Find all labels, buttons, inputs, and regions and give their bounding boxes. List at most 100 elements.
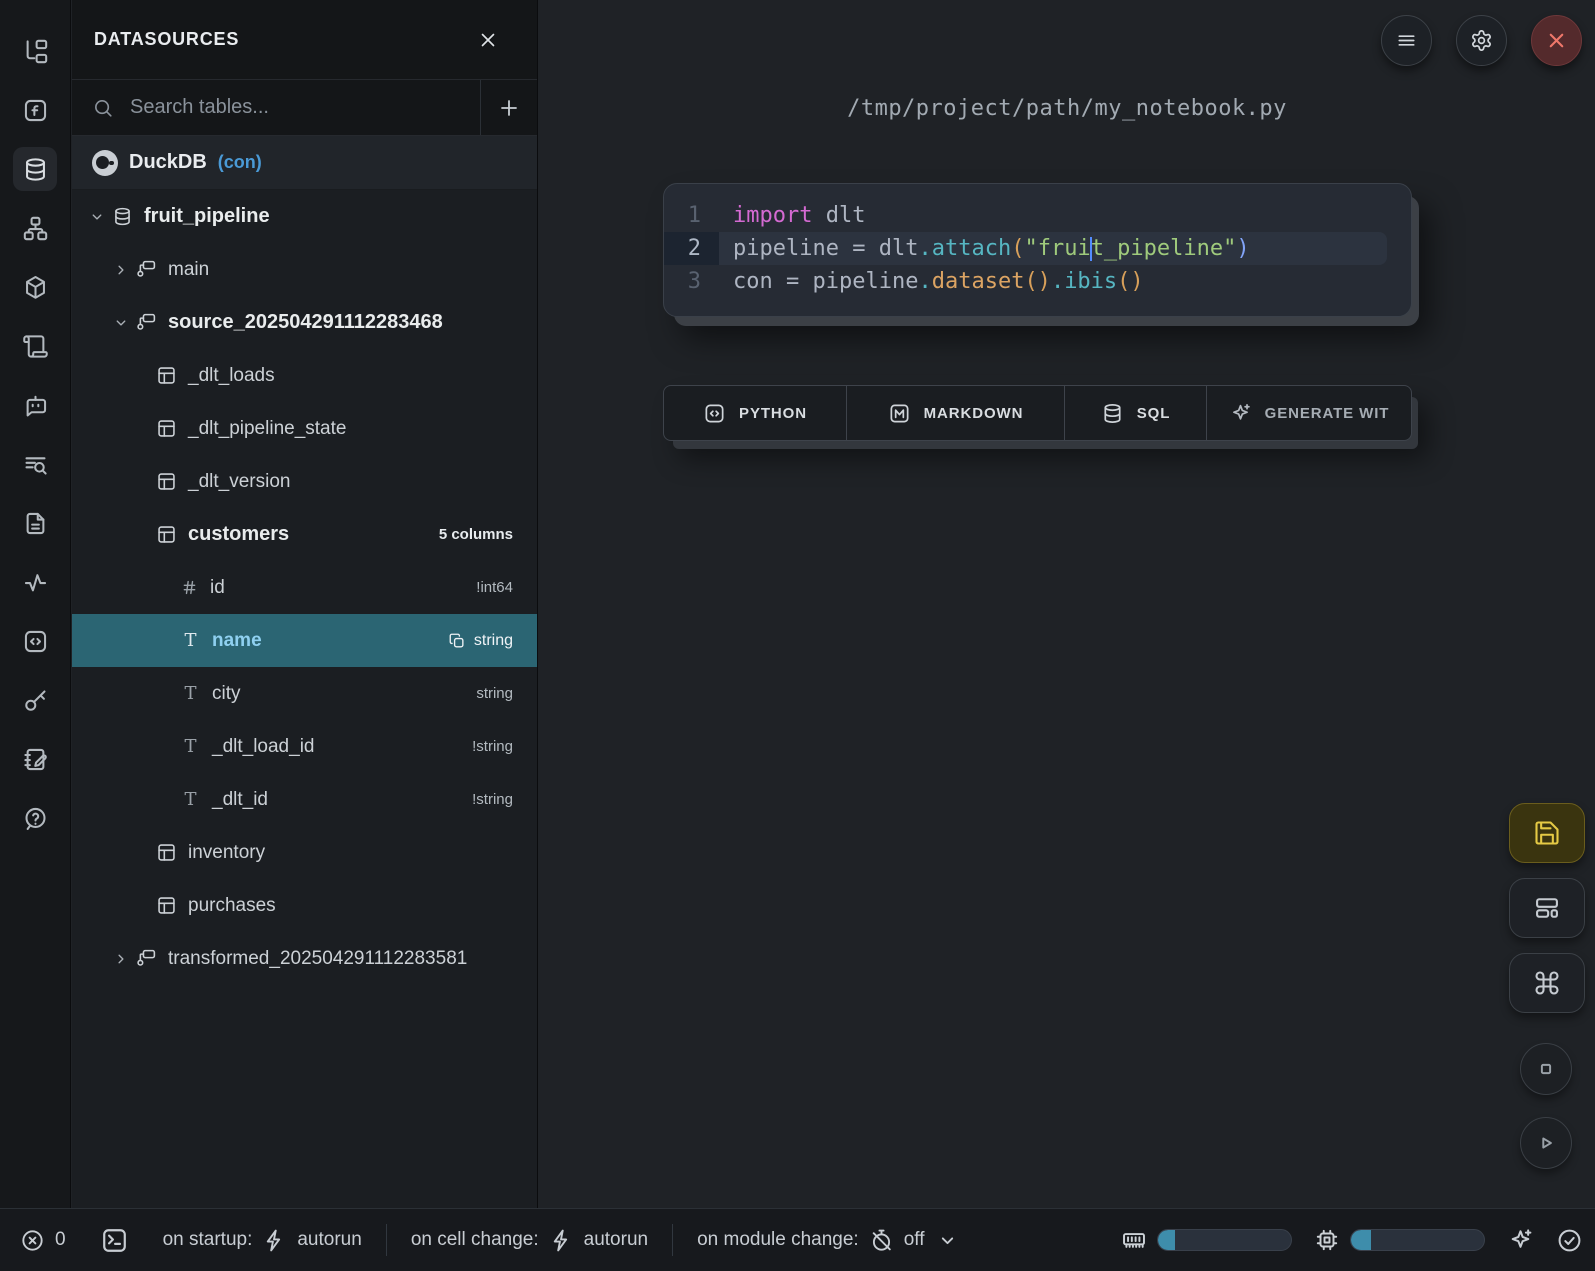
run-button[interactable] bbox=[1520, 1117, 1572, 1169]
add-sql-cell-button[interactable]: SQL bbox=[1064, 386, 1206, 440]
cpu-meter-fill bbox=[1351, 1230, 1371, 1250]
tree-row-database[interactable]: fruit_pipeline bbox=[72, 190, 537, 243]
setting-value: off bbox=[904, 1229, 925, 1251]
tree-label: _dlt_loads bbox=[188, 365, 275, 387]
panel-header: DATASOURCES bbox=[72, 0, 537, 80]
tree-row-column-selected[interactable]: T name string bbox=[72, 614, 537, 667]
documentation-icon[interactable] bbox=[13, 501, 57, 545]
divider bbox=[386, 1224, 387, 1256]
tree-label: transformed_202504291112283581 bbox=[168, 948, 467, 970]
on-module-change-setting[interactable]: on module change: off bbox=[697, 1228, 959, 1253]
logs-icon[interactable] bbox=[13, 324, 57, 368]
column-label: city bbox=[212, 683, 241, 705]
button-label: GENERATE WIT bbox=[1265, 405, 1390, 422]
tree-label: main bbox=[168, 259, 209, 281]
setting-value: autorun bbox=[297, 1229, 361, 1251]
add-datasource-button[interactable] bbox=[480, 80, 537, 135]
terminal-button[interactable] bbox=[100, 1226, 129, 1255]
column-type: string bbox=[476, 685, 513, 702]
functions-icon[interactable] bbox=[13, 88, 57, 132]
button-label: MARKDOWN bbox=[924, 405, 1024, 422]
line-number: 2 bbox=[664, 232, 719, 265]
column-label: id bbox=[210, 577, 225, 599]
column-type: string bbox=[474, 632, 513, 650]
notebook-area: /tmp/project/path/my_notebook.py 1 impor… bbox=[539, 0, 1595, 1208]
type-icon: T bbox=[180, 630, 201, 651]
marimo-app: DATASOURCES DuckDB (con) fruit_pipeline bbox=[0, 0, 1595, 1271]
window-controls bbox=[1381, 15, 1582, 66]
add-markdown-cell-button[interactable]: MARKDOWN bbox=[846, 386, 1064, 440]
search-input[interactable] bbox=[128, 95, 480, 120]
settings-button[interactable] bbox=[1456, 15, 1507, 66]
scratchpad-icon[interactable] bbox=[13, 737, 57, 781]
close-panel-icon[interactable] bbox=[477, 29, 499, 51]
check-circle-icon[interactable] bbox=[1556, 1227, 1583, 1254]
cpu-icon bbox=[1314, 1227, 1340, 1253]
menu-button[interactable] bbox=[1381, 15, 1432, 66]
activity-rail bbox=[0, 0, 71, 1208]
text-search-icon[interactable] bbox=[13, 442, 57, 486]
save-icon bbox=[1533, 819, 1561, 847]
tree-row-table[interactable]: _dlt_version bbox=[72, 455, 537, 508]
setting-label: on module change: bbox=[697, 1229, 859, 1251]
save-button[interactable] bbox=[1509, 803, 1585, 863]
table-icon bbox=[156, 524, 177, 545]
error-indicator[interactable]: 0 bbox=[20, 1228, 66, 1253]
ai-chat-icon[interactable] bbox=[13, 383, 57, 427]
ram-meter bbox=[1121, 1227, 1292, 1253]
tree-row-column[interactable]: T city string bbox=[72, 667, 537, 720]
datasources-icon[interactable] bbox=[13, 147, 57, 191]
zap-icon bbox=[262, 1228, 287, 1253]
tree-row-table[interactable]: inventory bbox=[72, 826, 537, 879]
chevron-right-icon bbox=[112, 950, 130, 968]
connection-row[interactable]: DuckDB (con) bbox=[72, 136, 537, 190]
dependencies-icon[interactable] bbox=[13, 206, 57, 250]
layout-icon bbox=[1533, 894, 1561, 922]
packages-icon[interactable] bbox=[13, 265, 57, 309]
tree-row-table[interactable]: _dlt_pipeline_state bbox=[72, 402, 537, 455]
type-icon: T bbox=[180, 736, 201, 757]
tree-row-schema[interactable]: main bbox=[72, 243, 537, 296]
tree-row-table[interactable]: customers 5 columns bbox=[72, 508, 537, 561]
search-row bbox=[72, 80, 537, 136]
tracing-icon[interactable] bbox=[13, 560, 57, 604]
tree-label: _dlt_pipeline_state bbox=[188, 418, 346, 440]
zap-icon bbox=[549, 1228, 574, 1253]
line-number: 3 bbox=[664, 265, 719, 298]
search-box[interactable] bbox=[72, 80, 480, 135]
tree-row-schema[interactable]: transformed_202504291112283581 bbox=[72, 932, 537, 985]
command-palette-button[interactable] bbox=[1509, 953, 1585, 1013]
column-label: _dlt_id bbox=[212, 789, 268, 811]
code-cell[interactable]: 1 import dlt 2 pipeline = dlt.attach("fr… bbox=[663, 183, 1412, 317]
tree-row-table[interactable]: _dlt_loads bbox=[72, 349, 537, 402]
copy-icon[interactable] bbox=[448, 632, 466, 650]
sparkles-icon bbox=[1229, 402, 1252, 425]
tree-label: customers bbox=[188, 523, 289, 546]
ram-meter-track bbox=[1157, 1229, 1292, 1251]
divider bbox=[672, 1224, 673, 1256]
database-icon bbox=[112, 206, 133, 227]
tree-row-table[interactable]: purchases bbox=[72, 879, 537, 932]
close-app-button[interactable] bbox=[1531, 15, 1582, 66]
file-tree-icon[interactable] bbox=[13, 29, 57, 73]
notebook-path: /tmp/project/path/my_notebook.py bbox=[539, 96, 1595, 121]
layout-button[interactable] bbox=[1509, 878, 1585, 938]
gear-icon bbox=[1470, 29, 1493, 52]
on-startup-setting[interactable]: on startup: autorun bbox=[163, 1228, 362, 1253]
snippets-icon[interactable] bbox=[13, 619, 57, 663]
tree-row-column[interactable]: id !int64 bbox=[72, 561, 537, 614]
tree-row-column[interactable]: T _dlt_id !string bbox=[72, 773, 537, 826]
plus-icon bbox=[497, 96, 521, 120]
tree-row-column[interactable]: T _dlt_load_id !string bbox=[72, 720, 537, 773]
generate-with-ai-button[interactable]: GENERATE WIT bbox=[1206, 386, 1411, 440]
secrets-icon[interactable] bbox=[13, 678, 57, 722]
add-python-cell-button[interactable]: PYTHON bbox=[664, 386, 846, 440]
stop-button[interactable] bbox=[1520, 1043, 1572, 1095]
button-label: SQL bbox=[1137, 405, 1171, 422]
help-icon[interactable] bbox=[13, 796, 57, 840]
sparkles-icon[interactable] bbox=[1507, 1227, 1534, 1254]
on-cell-change-setting[interactable]: on cell change: autorun bbox=[411, 1228, 648, 1253]
code-line-active: 2 pipeline = dlt.attach("fruit_pipeline"… bbox=[664, 232, 1411, 265]
table-icon bbox=[156, 842, 177, 863]
tree-row-schema[interactable]: source_202504291112283468 bbox=[72, 296, 537, 349]
